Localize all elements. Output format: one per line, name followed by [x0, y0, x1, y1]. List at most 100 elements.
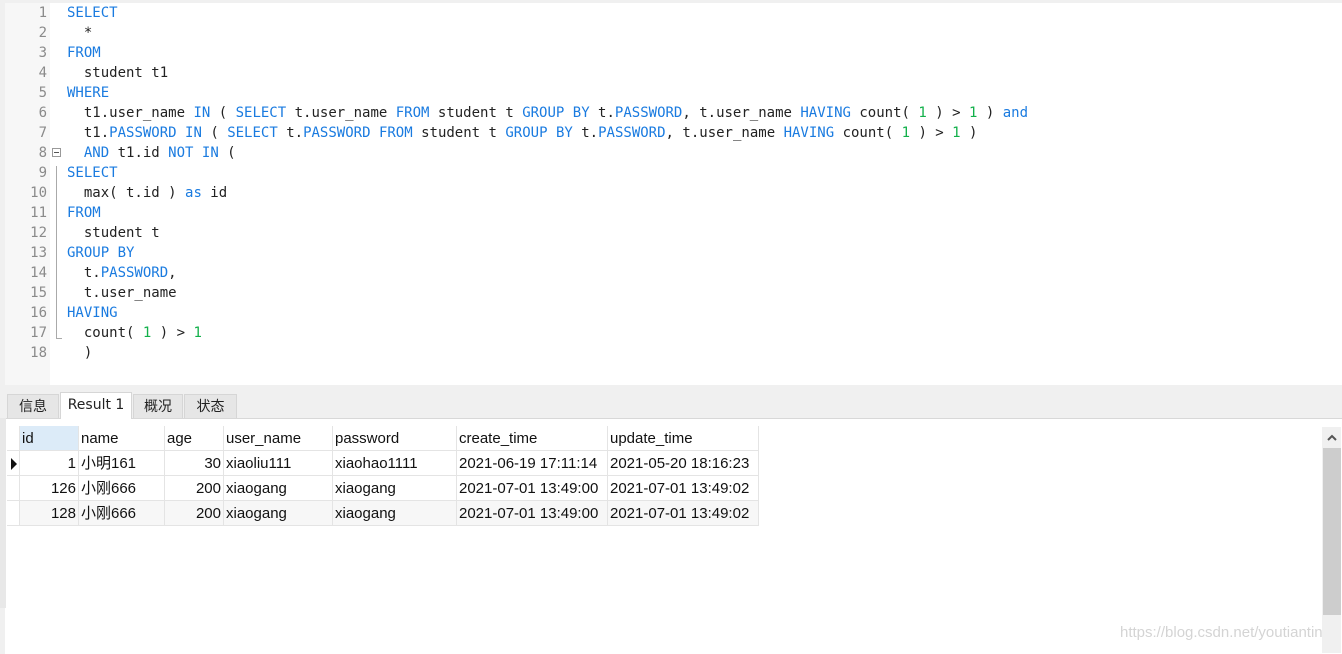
line-number: 2: [38, 25, 47, 41]
sql-keyword: GROUP BY: [67, 245, 135, 261]
result-grid-area: id name age user_name password create_time upd…: [5, 418, 1342, 654]
code-text: t1.user_name IN ( SELECT t.user_name FRO…: [67, 103, 1028, 123]
cell-user-name[interactable]: xiaoliu111: [224, 451, 333, 476]
sql-keyword: WHERE: [67, 85, 110, 101]
code-text: FROM: [67, 43, 101, 63]
cell-password[interactable]: xiaohao1111: [333, 451, 457, 476]
column-header-password[interactable]: password: [333, 426, 457, 451]
cell-id[interactable]: 126: [20, 476, 79, 501]
watermark: https://blog.csdn.net/youtiantin: [1120, 624, 1323, 641]
sql-keyword: PASSWORD: [100, 265, 169, 281]
sql-editor[interactable]: 1 SELECT 2 * 3 FROM 4 student t1 5 WHERE 6 t1.us…: [5, 3, 1342, 385]
row-indicator[interactable]: [7, 501, 20, 526]
column-header-name[interactable]: name: [79, 426, 165, 451]
code-line[interactable]: 4 student t1: [5, 63, 1342, 83]
sql-text: ): [977, 105, 1003, 121]
tab-status[interactable]: 状态: [184, 394, 237, 418]
line-number: 15: [30, 285, 47, 301]
line-number: 11: [30, 205, 47, 221]
scrollbar-thumb[interactable]: [1323, 448, 1341, 615]
cell-update-time[interactable]: 2021-05-20 18:16:23: [608, 451, 759, 476]
column-header-id[interactable]: id: [20, 426, 79, 451]
sql-text: *: [67, 25, 93, 41]
column-header-user-name[interactable]: user_name: [224, 426, 333, 451]
sql-text: t1.user_name: [67, 105, 194, 121]
sql-text: t.user_name: [67, 285, 177, 301]
sql-number: 1: [952, 125, 961, 141]
column-header-create-time[interactable]: create_time: [457, 426, 608, 451]
line-number: 7: [38, 125, 47, 141]
sql-text: , t.user_name: [682, 105, 801, 121]
code-line[interactable]: 8 AND t1.id NOT IN (: [5, 143, 1342, 163]
row-indicator[interactable]: [7, 476, 20, 501]
code-line[interactable]: 13 GROUP BY: [5, 243, 1342, 263]
cell-age[interactable]: 200: [165, 476, 224, 501]
code-text: max( t.id ) as id: [67, 183, 227, 203]
code-line[interactable]: 15 t.user_name: [5, 283, 1342, 303]
sql-keyword: HAVING: [783, 125, 835, 141]
sql-text: (: [210, 105, 236, 121]
cell-user-name[interactable]: xiaogang: [224, 501, 333, 526]
line-number: 18: [30, 345, 47, 361]
code-text: WHERE: [67, 83, 109, 103]
vertical-scrollbar[interactable]: [1322, 427, 1341, 653]
tab-result-1[interactable]: Result 1: [60, 392, 132, 419]
cell-password[interactable]: xiaogang: [333, 501, 457, 526]
cell-create-time[interactable]: 2021-07-01 13:49:00: [457, 476, 608, 501]
code-text: t.PASSWORD,: [67, 263, 177, 283]
line-number: 12: [30, 225, 47, 241]
line-number: 3: [38, 45, 47, 61]
sql-text: student t: [412, 125, 506, 141]
sql-text: t.: [589, 105, 615, 121]
cell-password[interactable]: xiaogang: [333, 476, 457, 501]
cell-age[interactable]: 200: [165, 501, 224, 526]
cell-create-time[interactable]: 2021-07-01 13:49:00: [457, 501, 608, 526]
sql-text: , t.user_name: [665, 125, 784, 141]
line-number: 6: [38, 105, 47, 121]
code-text: FROM: [67, 203, 101, 223]
code-line[interactable]: 12 student t: [5, 223, 1342, 243]
sql-text: ): [960, 125, 978, 141]
code-line[interactable]: 5 WHERE: [5, 83, 1342, 103]
cell-update-time[interactable]: 2021-07-01 13:49:02: [608, 476, 759, 501]
cell-name[interactable]: 小明161: [79, 451, 165, 476]
code-line[interactable]: 10 max( t.id ) as id: [5, 183, 1342, 203]
result-tabs: 信息 Result 1 概况 状态: [5, 392, 1342, 419]
column-header-age[interactable]: age: [165, 426, 224, 451]
cell-name[interactable]: 小刚666: [79, 476, 165, 501]
cell-user-name[interactable]: xiaogang: [224, 476, 333, 501]
code-line[interactable]: 9 SELECT: [5, 163, 1342, 183]
tab-info[interactable]: 信息: [7, 394, 59, 418]
code-line[interactable]: 14 t.PASSWORD,: [5, 263, 1342, 283]
sql-text: ) >: [151, 325, 194, 341]
code-line[interactable]: 11 FROM: [5, 203, 1342, 223]
code-line[interactable]: 17 count( 1 ) > 1: [5, 323, 1342, 343]
cell-id[interactable]: 1: [20, 451, 79, 476]
sql-text: ): [67, 345, 93, 361]
sql-text: t.user_name: [286, 105, 396, 121]
column-header-update-time[interactable]: update_time: [608, 426, 759, 451]
cell-create-time[interactable]: 2021-06-19 17:11:14: [457, 451, 608, 476]
sql-keyword: SELECT: [227, 125, 278, 141]
code-line[interactable]: 2 *: [5, 23, 1342, 43]
sql-keyword: FROM: [378, 125, 413, 141]
code-line[interactable]: 1 SELECT: [5, 3, 1342, 23]
code-line[interactable]: 16 HAVING: [5, 303, 1342, 323]
sql-text: student t: [429, 105, 523, 121]
code-line[interactable]: 3 FROM: [5, 43, 1342, 63]
cell-age[interactable]: 30: [165, 451, 224, 476]
line-number: 5: [38, 85, 47, 101]
line-number: 1: [38, 5, 47, 21]
scroll-up-arrow-icon[interactable]: [1322, 427, 1341, 447]
cell-name[interactable]: 小刚666: [79, 501, 165, 526]
fold-collapse-icon[interactable]: [52, 148, 61, 157]
row-indicator[interactable]: [7, 451, 20, 476]
code-line[interactable]: 7 t1.PASSWORD IN ( SELECT t.PASSWORD FRO…: [5, 123, 1342, 143]
code-line[interactable]: 6 t1.user_name IN ( SELECT t.user_name F…: [5, 103, 1342, 123]
sql-keyword: PASSWORD: [598, 125, 666, 141]
tab-overview[interactable]: 概况: [133, 394, 183, 418]
cell-id[interactable]: 128: [20, 501, 79, 526]
sql-text: t.: [67, 265, 101, 281]
code-line[interactable]: 18 ): [5, 343, 1342, 363]
cell-update-time[interactable]: 2021-07-01 13:49:02: [608, 501, 759, 526]
